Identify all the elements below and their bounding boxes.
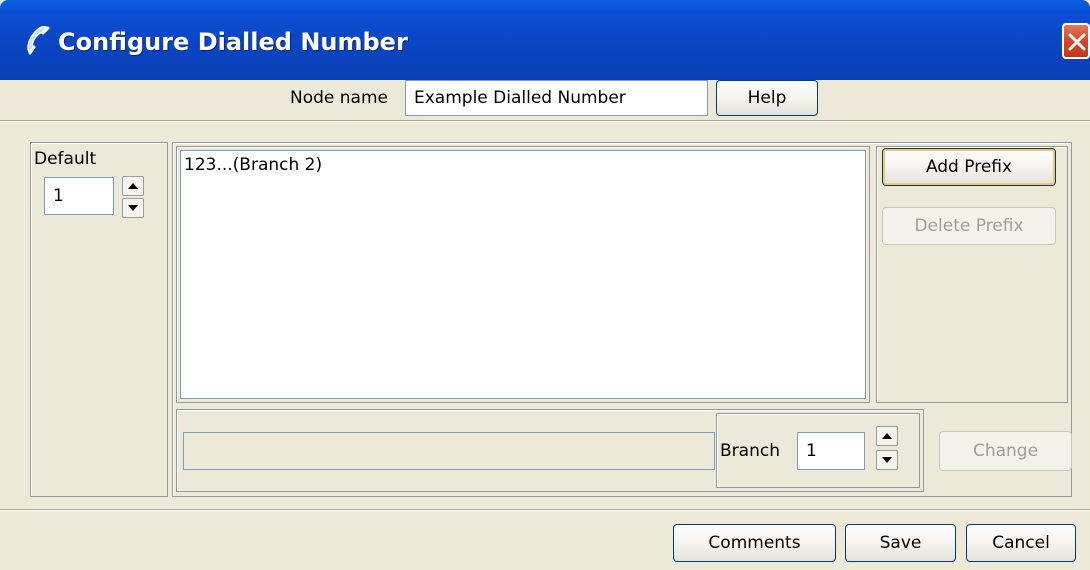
arrow-down-icon bbox=[128, 205, 138, 211]
comments-button[interactable]: Comments bbox=[673, 524, 836, 562]
default-input[interactable]: 1 bbox=[44, 177, 114, 215]
node-name-label: Node name bbox=[290, 88, 388, 108]
help-button[interactable]: Help bbox=[716, 80, 818, 116]
node-name-input[interactable]: Example Dialled Number bbox=[405, 80, 708, 116]
branch-increment-button[interactable] bbox=[876, 426, 898, 446]
default-increment-button[interactable] bbox=[122, 176, 144, 196]
prefix-list-item[interactable]: 123...(Branch 2) bbox=[184, 151, 322, 179]
bottom-divider bbox=[0, 509, 1090, 511]
delete-prefix-button[interactable]: Delete Prefix bbox=[882, 207, 1056, 245]
prefix-edit-input[interactable] bbox=[183, 432, 715, 470]
phone-handset-icon bbox=[22, 23, 52, 59]
arrow-up-icon bbox=[128, 183, 138, 189]
branch-label: Branch bbox=[720, 441, 780, 461]
close-button[interactable] bbox=[1062, 23, 1090, 59]
save-button[interactable]: Save bbox=[845, 524, 956, 562]
branch-decrement-button[interactable] bbox=[876, 450, 898, 470]
branch-input[interactable]: 1 bbox=[797, 432, 865, 470]
arrow-up-icon bbox=[882, 433, 892, 439]
title-bar: Configure Dialled Number bbox=[0, 0, 1090, 80]
prefix-list[interactable]: 123...(Branch 2) bbox=[180, 150, 866, 399]
window-title: Configure Dialled Number bbox=[58, 28, 408, 56]
top-divider bbox=[0, 120, 1090, 122]
default-decrement-button[interactable] bbox=[122, 198, 144, 218]
change-button[interactable]: Change bbox=[939, 431, 1072, 471]
arrow-down-icon bbox=[882, 457, 892, 463]
dialog-body: Node name Example Dialled Number Help De… bbox=[0, 80, 1090, 570]
default-label: Default bbox=[34, 149, 97, 169]
cancel-button[interactable]: Cancel bbox=[966, 524, 1076, 562]
close-icon bbox=[1068, 33, 1086, 51]
add-prefix-button[interactable]: Add Prefix bbox=[882, 148, 1056, 186]
